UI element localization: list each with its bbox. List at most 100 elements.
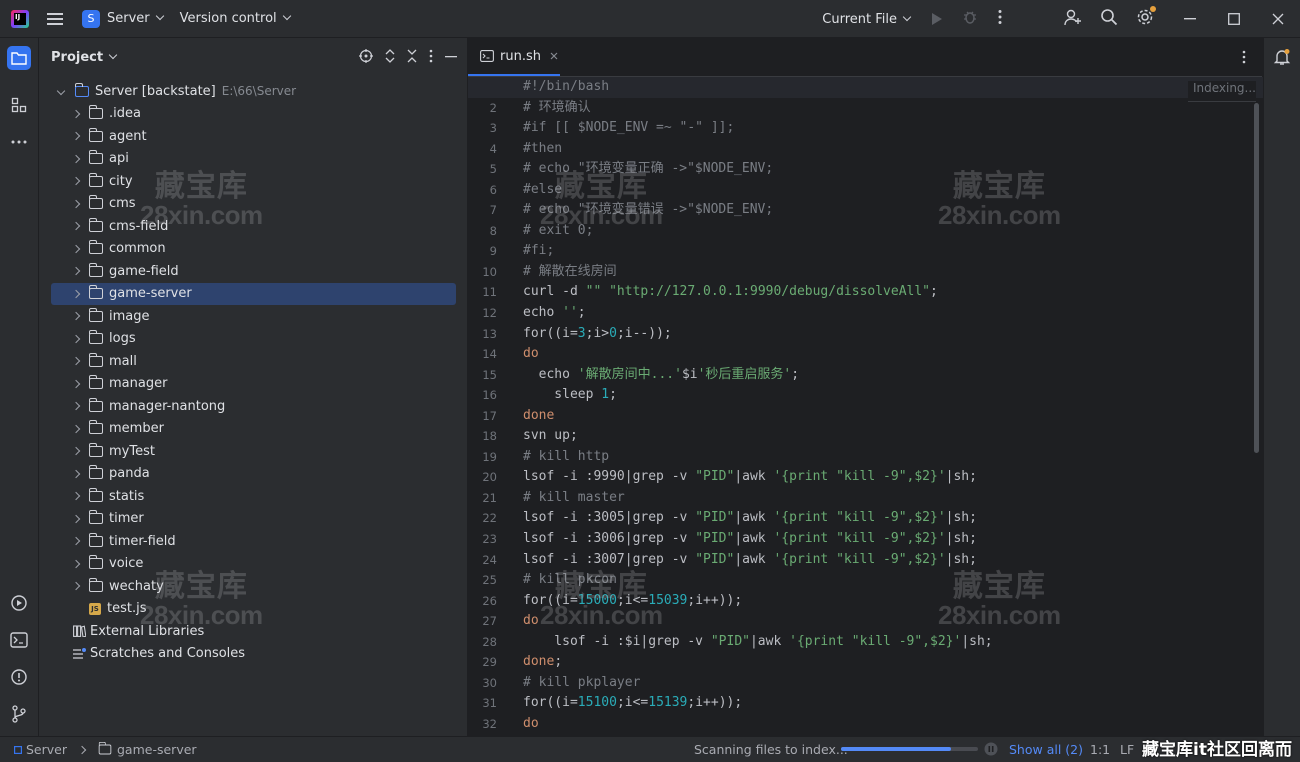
hide-panel-icon[interactable] <box>445 49 457 67</box>
tree-folder-image[interactable]: image <box>39 305 467 328</box>
tree-folder-manager-nantong[interactable]: manager-nantong <box>39 395 467 418</box>
expand-arrow-icon[interactable] <box>71 469 81 478</box>
structure-icon[interactable] <box>7 93 31 117</box>
tree-folder-timer-field[interactable]: timer-field <box>39 530 467 553</box>
breadcrumb-folder[interactable]: game-server <box>117 742 197 757</box>
code-line[interactable]: lsof -i :$i|grep -v "PID"|awk '{print "k… <box>523 632 1243 653</box>
minimize-button[interactable] <box>1168 0 1212 38</box>
problems-icon[interactable] <box>7 665 31 689</box>
tree-folder-api[interactable]: api <box>39 148 467 171</box>
show-all-link[interactable]: Show all (2) <box>1009 742 1083 757</box>
project-switcher[interactable]: Server <box>107 11 164 26</box>
project-tool-folder-icon[interactable] <box>7 46 31 70</box>
expand-arrow-icon[interactable] <box>71 559 81 568</box>
tree-folder-cms[interactable]: cms <box>39 193 467 216</box>
collapse-all-icon[interactable] <box>407 49 417 67</box>
code-line[interactable]: done <box>523 406 1243 427</box>
code-line[interactable]: lsof -i :3005|grep -v "PID"|awk '{print … <box>523 508 1243 529</box>
expand-arrow-icon[interactable] <box>71 334 81 343</box>
code-line[interactable]: do <box>523 611 1243 632</box>
editor-options-icon[interactable] <box>1242 50 1246 68</box>
tree-file-test-js[interactable]: JS test.js <box>39 598 467 621</box>
expand-arrow-icon[interactable] <box>71 199 81 208</box>
code-line[interactable]: curl -d "" "http://127.0.0.1:9990/debug/… <box>523 282 1243 303</box>
expand-arrow-icon[interactable] <box>71 492 81 501</box>
expand-arrow-icon[interactable] <box>71 424 81 433</box>
expand-arrow-icon[interactable] <box>71 514 81 523</box>
expand-arrow-icon[interactable] <box>71 132 81 141</box>
expand-arrow-icon[interactable] <box>71 177 81 186</box>
tree-scratches-consoles[interactable]: Scratches and Consoles <box>39 643 467 666</box>
run-config-selector[interactable]: Current File <box>822 12 912 27</box>
code-line[interactable]: lsof -i :3006|grep -v "PID"|awk '{print … <box>523 529 1243 550</box>
code-line[interactable]: lsof -i :9990|grep -v "PID"|awk '{print … <box>523 467 1243 488</box>
tree-folder-game-field[interactable]: game-field <box>39 260 467 283</box>
code-line[interactable]: #then <box>523 139 1243 160</box>
code-line[interactable]: for((i=3;i>0;i--)); <box>523 324 1243 345</box>
expand-arrow-icon[interactable] <box>71 267 81 276</box>
tree-folder-game-server[interactable]: game-server <box>51 282 456 305</box>
code-line[interactable]: # 解散在线房间 <box>523 262 1243 283</box>
tree-folder-idea[interactable]: .idea <box>39 103 467 126</box>
tree-folder-myTest[interactable]: myTest <box>39 440 467 463</box>
expand-arrow-icon[interactable] <box>71 222 81 231</box>
add-user-icon[interactable] <box>1064 8 1082 30</box>
code-line[interactable]: for((i=15100;i<=15139;i++)); <box>523 693 1243 714</box>
code-line[interactable]: # kill http <box>523 447 1243 468</box>
breadcrumb-root[interactable]: Server <box>26 742 67 757</box>
tree-folder-mall[interactable]: mall <box>39 350 467 373</box>
expand-all-icon[interactable] <box>385 49 395 67</box>
code-line[interactable]: done; <box>523 652 1243 673</box>
code-line[interactable]: # exit 0; <box>523 221 1243 242</box>
code-line[interactable]: svn up; <box>523 426 1243 447</box>
close-window-button[interactable] <box>1256 0 1300 38</box>
expand-arrow-icon[interactable] <box>71 402 81 411</box>
tree-folder-panda[interactable]: panda <box>39 463 467 486</box>
more-actions-icon[interactable] <box>998 9 1002 29</box>
expand-arrow-icon[interactable] <box>71 154 81 163</box>
pause-indexing-icon[interactable] <box>984 742 998 756</box>
tree-root[interactable]: Server [backstate] E:\66\Server <box>39 80 467 103</box>
code-line[interactable]: do <box>523 344 1243 365</box>
more-tools-icon[interactable] <box>7 130 31 154</box>
editor-scrollbar[interactable] <box>1254 103 1259 453</box>
debug-icon[interactable] <box>962 9 978 29</box>
expand-arrow-icon[interactable] <box>71 312 81 321</box>
code-line[interactable]: # echo "环境变量正确 ->"$NODE_ENV; <box>523 159 1243 180</box>
git-branch-icon[interactable] <box>7 702 31 726</box>
code-line[interactable]: #fi; <box>523 241 1243 262</box>
project-panel-title[interactable]: Project <box>51 50 118 65</box>
expand-arrow-icon[interactable] <box>71 244 81 253</box>
editor-tab-run-sh[interactable]: run.sh <box>468 38 560 76</box>
tree-folder-logs[interactable]: logs <box>39 328 467 351</box>
locate-file-icon[interactable] <box>359 49 373 67</box>
project-badge[interactable]: S <box>82 9 100 28</box>
code-content[interactable]: #!/bin/bash # 环境确认 #if [[ $NODE_ENV =~ "-"… <box>468 77 1298 735</box>
line-separator[interactable]: LF <box>1120 742 1134 757</box>
expand-arrow-icon[interactable] <box>71 537 81 546</box>
close-tab-icon[interactable] <box>550 52 558 60</box>
main-menu-icon[interactable] <box>47 12 63 25</box>
code-line[interactable]: for((i=15000;i<=15039;i++)); <box>523 591 1243 612</box>
expand-arrow-icon[interactable] <box>71 289 81 298</box>
expand-arrow-icon[interactable] <box>71 582 81 591</box>
notifications-bell-icon[interactable] <box>1273 48 1291 70</box>
search-icon[interactable] <box>1100 8 1118 30</box>
expand-arrow-icon[interactable] <box>71 109 81 118</box>
tree-folder-member[interactable]: member <box>39 418 467 441</box>
expand-arrow-icon[interactable] <box>71 357 81 366</box>
expand-arrow-icon[interactable] <box>56 87 66 96</box>
tree-folder-wechaty[interactable]: wechaty <box>39 575 467 598</box>
tree-folder-cms-field[interactable]: cms-field <box>39 215 467 238</box>
vcs-menu[interactable]: Version control <box>180 11 291 26</box>
tree-external-libraries[interactable]: External Libraries <box>39 620 467 643</box>
panel-options-icon[interactable] <box>429 49 433 67</box>
code-line[interactable]: lsof -i :3007|grep -v "PID"|awk '{print … <box>523 550 1243 571</box>
code-line[interactable]: echo ''; <box>523 303 1243 324</box>
maximize-button[interactable] <box>1212 0 1256 38</box>
code-line[interactable]: #if [[ $NODE_ENV =~ "-" ]]; <box>523 118 1243 139</box>
tree-folder-voice[interactable]: voice <box>39 553 467 576</box>
cursor-position[interactable]: 1:1 <box>1090 742 1110 757</box>
expand-arrow-icon[interactable] <box>71 379 81 388</box>
code-line[interactable]: # echo "环境变量错误 ->"$NODE_ENV; <box>523 200 1243 221</box>
